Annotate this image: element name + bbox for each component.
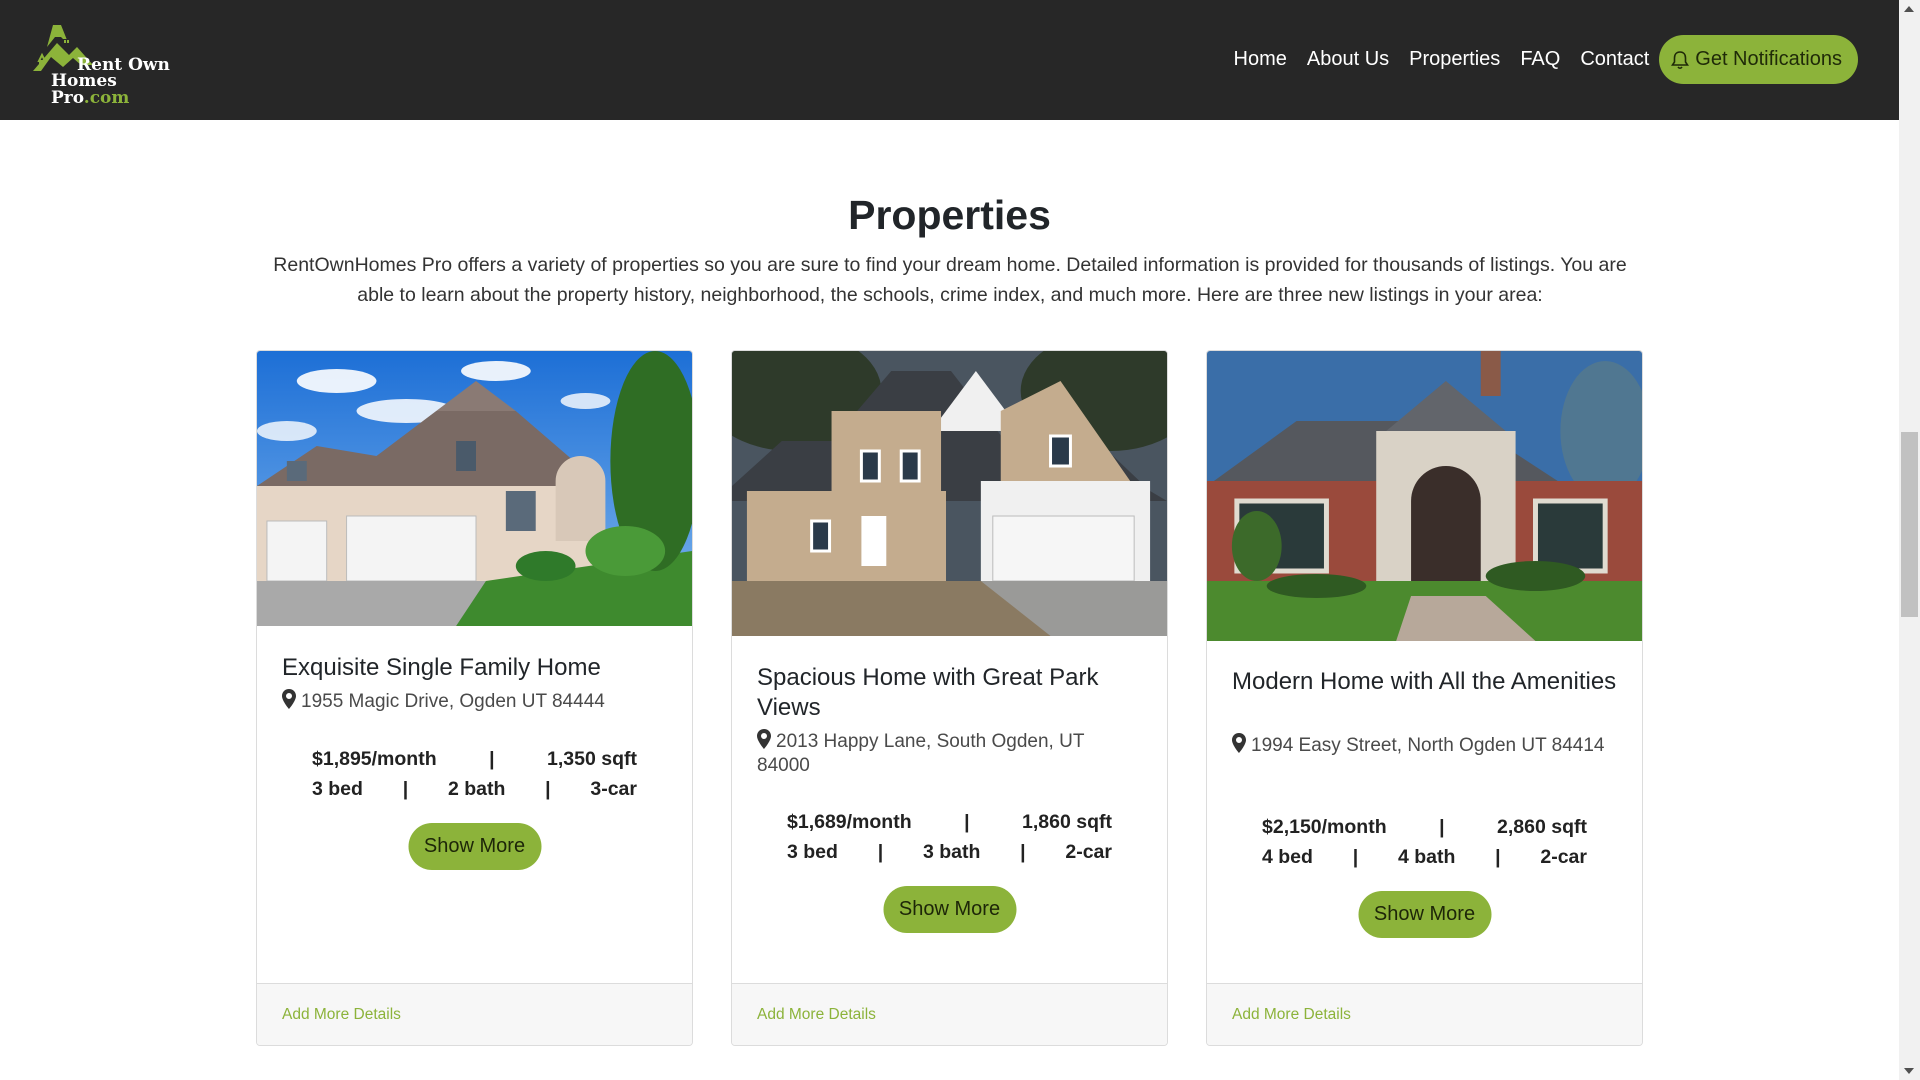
nav-link-faq[interactable]: FAQ	[1520, 48, 1560, 71]
property-sqft: 2,860 sqft	[1497, 815, 1587, 838]
property-beds: 4 bed	[1262, 845, 1313, 868]
show-more-button[interactable]: Show More	[1358, 891, 1491, 938]
house-photo-1	[257, 351, 692, 626]
property-baths: 2 bath	[447, 777, 506, 800]
map-pin-icon	[1232, 733, 1246, 753]
stat-separator: |	[877, 840, 884, 863]
get-notifications-label: Get Notifications	[1695, 48, 1842, 70]
property-address: 1994 Easy Street, North Ogden UT 84414	[1232, 733, 1612, 758]
site-logo[interactable]: Rent Own Homes Pro.com	[31, 25, 191, 107]
property-title: Spacious Home with Great Park Views	[757, 664, 1099, 721]
navbar: Rent Own Homes Pro.com Home About Us Pro…	[0, 0, 1899, 120]
property-card-1: Exquisite Single Family Home 1955 Magic …	[256, 350, 693, 1046]
card-footer: Add More Details	[257, 983, 692, 1045]
add-more-details-link[interactable]: Add More Details	[282, 1006, 401, 1024]
stat-separator: |	[402, 777, 409, 800]
property-baths: 4 bath	[1397, 845, 1456, 868]
property-price: $1,689/month	[787, 810, 912, 833]
stat-separator: |	[1495, 845, 1501, 868]
property-title: Exquisite Single Family Home	[282, 654, 601, 681]
show-more-button[interactable]: Show More	[883, 886, 1016, 933]
property-garage: 2-car	[1540, 845, 1587, 868]
property-baths: 3 bath	[922, 840, 981, 863]
bell-icon	[1671, 50, 1690, 69]
property-image[interactable]	[732, 351, 1167, 636]
stat-separator: |	[964, 810, 970, 833]
property-address-text: 1994 Easy Street, North Ogden UT 84414	[1251, 735, 1605, 756]
property-address-text: 1955 Magic Drive, Ogden UT 84444	[301, 691, 605, 712]
nav-link-home[interactable]: Home	[1234, 48, 1287, 71]
stat-separator: |	[1020, 840, 1026, 863]
property-image[interactable]	[257, 351, 692, 626]
property-beds: 3 bed	[787, 840, 838, 863]
property-image[interactable]	[1207, 351, 1642, 641]
page-scrollbar[interactable]	[1899, 0, 1920, 1080]
add-more-details-link[interactable]: Add More Details	[1232, 1006, 1351, 1024]
stat-separator: |	[489, 747, 495, 770]
logo-line-2: Homes Pro.com	[51, 71, 130, 108]
property-garage: 2-car	[1065, 840, 1112, 863]
section-title: Properties	[848, 192, 1051, 238]
property-address: 2013 Happy Lane, South Ogden, UT 84000	[757, 729, 1137, 778]
house-photo-3	[1207, 351, 1642, 641]
property-address: 1955 Magic Drive, Ogden UT 84444	[282, 689, 662, 714]
add-more-details-link[interactable]: Add More Details	[757, 1006, 876, 1024]
card-footer: Add More Details	[1207, 983, 1642, 1045]
section-intro: RentOwnHomes Pro offers a variety of pro…	[273, 254, 1627, 306]
main-nav: Home About Us Properties FAQ Contact Get…	[1214, 35, 1858, 84]
stat-separator: |	[1352, 845, 1359, 868]
nav-link-about-us[interactable]: About Us	[1307, 48, 1389, 71]
house-photo-2	[732, 351, 1167, 636]
property-card-3: Modern Home with All the Amenities 1994 …	[1206, 350, 1643, 1046]
property-stats: $2,150/month | 2,860 sqft 4 bed | 4 bath…	[1262, 812, 1587, 872]
nav-link-contact[interactable]: Contact	[1580, 48, 1649, 71]
property-price: $1,895/month	[312, 747, 437, 770]
scroll-down-arrow-icon[interactable]	[1904, 1068, 1914, 1074]
nav-link-properties[interactable]: Properties	[1409, 48, 1500, 71]
property-title: Modern Home with All the Amenities	[1232, 668, 1617, 695]
property-beds: 3 bed	[312, 777, 363, 800]
property-stats: $1,895/month | 1,350 sqft 3 bed | 2 bath…	[312, 744, 637, 804]
property-address-text: 2013 Happy Lane, South Ogden, UT 84000	[757, 731, 1085, 776]
map-pin-icon	[757, 729, 771, 749]
property-stats: $1,689/month | 1,860 sqft 3 bed | 3 bath…	[787, 807, 1112, 867]
stat-separator: |	[1439, 815, 1445, 838]
get-notifications-button[interactable]: Get Notifications	[1659, 35, 1858, 84]
property-sqft: 1,350 sqft	[547, 747, 637, 770]
stat-separator: |	[545, 777, 551, 800]
scroll-up-arrow-icon[interactable]	[1904, 6, 1914, 12]
property-price: $2,150/month	[1262, 815, 1387, 838]
map-pin-icon	[282, 689, 296, 709]
show-more-button[interactable]: Show More	[408, 823, 541, 870]
scrollbar-thumb[interactable]	[1901, 432, 1918, 617]
property-card-2: Spacious Home with Great Park Views 2013…	[731, 350, 1168, 1046]
property-garage: 3-car	[590, 777, 637, 800]
property-sqft: 1,860 sqft	[1022, 810, 1112, 833]
card-footer: Add More Details	[732, 983, 1167, 1045]
